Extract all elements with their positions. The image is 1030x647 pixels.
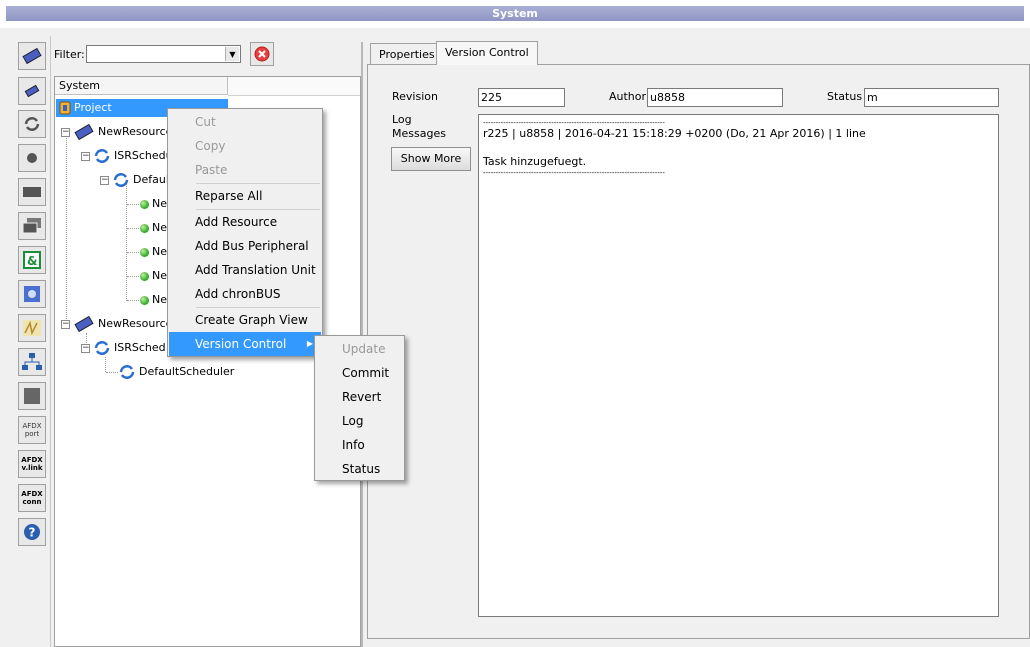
- help-icon[interactable]: ?: [18, 518, 46, 546]
- menu-item-add-resource[interactable]: Add Resource: [169, 210, 321, 234]
- tree-node-task[interactable]: Ne: [140, 219, 167, 237]
- project-icon: [59, 101, 71, 115]
- translation-unit-icon[interactable]: &: [18, 246, 46, 274]
- collapse-toggle[interactable]: −: [100, 175, 109, 185]
- revision-label: Revision: [392, 90, 438, 103]
- svg-text:?: ?: [29, 526, 36, 540]
- author-label: Author: [609, 90, 647, 103]
- menu-item-create-graph-view[interactable]: Create Graph View: [169, 308, 321, 332]
- submenu-arrow-icon: ▶: [306, 339, 313, 348]
- tree-node-resource-2[interactable]: − NewResource_: [61, 315, 178, 333]
- log-messages-area[interactable]: ----------------------------------------…: [478, 114, 999, 617]
- circle-icon[interactable]: [18, 144, 46, 172]
- left-toolbar: & AFDX port AFDX v.link AFDX conn ?: [10, 36, 51, 647]
- svg-text:&: &: [27, 254, 37, 268]
- task-status-icon: [140, 199, 149, 209]
- filter-combobox[interactable]: ▼: [86, 45, 241, 63]
- tab-properties[interactable]: Properties: [370, 43, 444, 65]
- stack-icon[interactable]: [18, 212, 46, 240]
- square-icon[interactable]: [18, 382, 46, 410]
- scheduler-icon[interactable]: [18, 110, 46, 138]
- status-label: Status: [827, 90, 863, 103]
- version-control-submenu: Update Commit Revert Log Info Status: [314, 335, 405, 481]
- menu-item-add-bus-peripheral[interactable]: Add Bus Peripheral: [169, 234, 321, 258]
- collapse-toggle[interactable]: −: [61, 127, 70, 137]
- tree-connector: [126, 181, 127, 301]
- filter-label: Filter:: [54, 48, 85, 61]
- log-line: ----------------------------------------…: [483, 169, 665, 177]
- log-line: Task hinzugefuegt.: [483, 155, 587, 168]
- resource-icon: [74, 316, 94, 332]
- tree-column-header[interactable]: System: [55, 77, 228, 95]
- scheduler-icon: [94, 341, 110, 355]
- tree-node-task[interactable]: Ne: [140, 243, 167, 261]
- network-icon[interactable]: [18, 348, 46, 376]
- close-icon: [254, 46, 270, 62]
- tree-connector: [127, 300, 139, 301]
- chevron-down-icon[interactable]: ▼: [225, 47, 239, 61]
- clear-filter-button[interactable]: [250, 42, 274, 66]
- tree-node-resource[interactable]: − NewResource: [61, 123, 172, 141]
- tree-connector: [105, 357, 106, 372]
- tree-node-task[interactable]: Ne: [140, 267, 167, 285]
- scheduler-icon: [113, 173, 129, 187]
- tree-node-scheduler-2[interactable]: − ISRSched: [81, 339, 166, 357]
- timer-icon[interactable]: [18, 280, 46, 308]
- tab-version-control[interactable]: Version Control: [436, 41, 538, 65]
- title-bar: System: [0, 0, 1030, 28]
- menu-item-commit[interactable]: Commit: [316, 361, 403, 385]
- tree-connector: [127, 228, 139, 229]
- menu-item-reparse-all[interactable]: Reparse All: [169, 184, 321, 208]
- collapse-toggle[interactable]: −: [81, 151, 90, 161]
- menu-item-paste[interactable]: Paste: [169, 158, 321, 182]
- window-title: System: [6, 6, 1024, 21]
- status-field[interactable]: m: [864, 88, 999, 107]
- tree-node-task[interactable]: Ne: [140, 195, 167, 213]
- resource-icon: [74, 124, 94, 140]
- task-status-icon: [140, 223, 149, 233]
- bus-icon[interactable]: [18, 77, 46, 105]
- author-field[interactable]: u8858: [647, 88, 783, 107]
- log-line: ----------------------------------------…: [483, 119, 665, 127]
- task-status-icon: [140, 271, 149, 281]
- tree-connector: [127, 276, 139, 277]
- task-status-icon: [140, 247, 149, 257]
- menu-item-update[interactable]: Update: [316, 337, 403, 361]
- tree-node-scheduler[interactable]: − ISRSchedu: [81, 147, 173, 165]
- menu-item-log[interactable]: Log: [316, 409, 403, 433]
- tree-node-default-scheduler[interactable]: − Defaul: [100, 171, 169, 189]
- log-line: r225 | u8858 | 2016-04-21 15:18:29 +0200…: [483, 127, 866, 140]
- tree-node-default-scheduler-2[interactable]: DefaultScheduler: [118, 363, 234, 381]
- menu-item-add-chronbus[interactable]: Add chronBUS: [169, 282, 321, 306]
- log-messages-label: Log Messages: [392, 113, 446, 140]
- tree-connector: [106, 372, 118, 373]
- menu-item-add-translation-unit[interactable]: Add Translation Unit: [169, 258, 321, 282]
- resource-icon[interactable]: [18, 42, 46, 70]
- rectangle-icon[interactable]: [18, 178, 46, 206]
- menu-item-copy[interactable]: Copy: [169, 134, 321, 158]
- show-more-button[interactable]: Show More: [391, 147, 471, 171]
- scheduler-icon: [94, 149, 110, 163]
- task-status-icon: [140, 295, 149, 305]
- menu-item-version-control[interactable]: Version Control ▶: [169, 332, 321, 356]
- collapse-toggle[interactable]: −: [81, 343, 90, 353]
- afdx-port-icon[interactable]: AFDX port: [18, 416, 46, 444]
- menu-item-cut[interactable]: Cut: [169, 110, 321, 134]
- tree-node-task[interactable]: Ne: [140, 291, 167, 309]
- menu-item-revert[interactable]: Revert: [316, 385, 403, 409]
- context-menu: Cut Copy Paste Reparse All Add Resource …: [167, 108, 323, 357]
- scheduler-icon: [119, 365, 135, 379]
- collapse-toggle[interactable]: −: [61, 319, 70, 329]
- tree-connector: [66, 133, 67, 325]
- menu-item-info[interactable]: Info: [316, 433, 403, 457]
- revision-field[interactable]: 225: [478, 88, 565, 107]
- menu-item-status[interactable]: Status: [316, 457, 403, 481]
- tree-connector: [127, 252, 139, 253]
- signal-icon[interactable]: [18, 314, 46, 342]
- afdx-conn-icon[interactable]: AFDX conn: [18, 484, 46, 512]
- afdx-vlink-icon[interactable]: AFDX v.link: [18, 450, 46, 478]
- tree-connector: [127, 204, 139, 205]
- tree-header-filler: [228, 77, 360, 96]
